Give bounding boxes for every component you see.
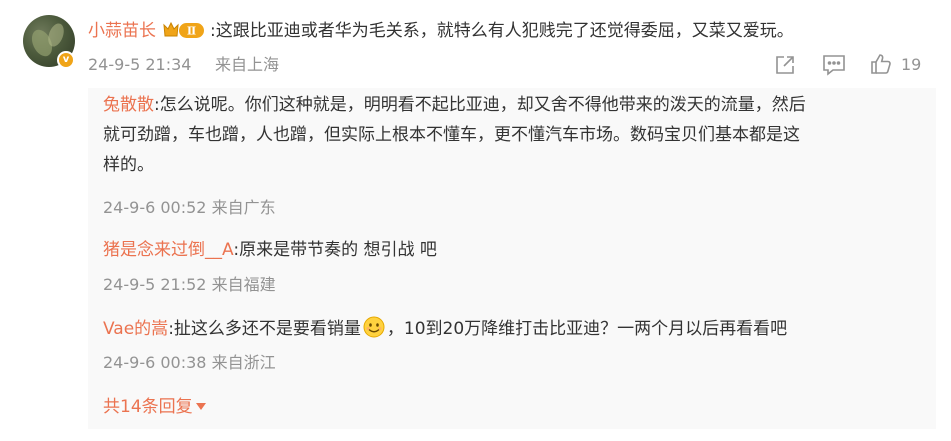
reply-location: 来自广东 — [211, 198, 276, 217]
reply-text: 样的。 — [103, 155, 154, 175]
more-replies-link[interactable]: 共14条回复 — [103, 396, 206, 418]
svg-text:Ⅱ: Ⅱ — [187, 25, 196, 38]
reply-text: ，10到20万降维打击比亚迪？一两个月以后再看看吧 — [386, 319, 788, 339]
reply-username[interactable]: 兔散散 — [103, 95, 154, 115]
comment-body: 小蒜苗长 Ⅱ :这跟比亚迪或者华为毛关系，就特么有人犯贱完了还觉得委屈，又菜又爱… — [88, 20, 794, 46]
comment-date: 24-9-5 21:34 — [88, 55, 192, 74]
replies-panel: 兔散散:怎么说呢。你们这种就是，明明看不起比亚迪，却又舍不得他带来的泼天的流量，… — [88, 88, 936, 429]
chevron-down-icon — [195, 403, 206, 410]
reply-location: 来自福建 — [211, 275, 276, 294]
reply-date: 24-9-6 00:52 来自广东 — [103, 198, 276, 217]
comment-username[interactable]: 小蒜苗长 — [88, 21, 156, 41]
like-icon[interactable] — [869, 52, 893, 80]
reply-location: 来自浙江 — [211, 353, 276, 372]
reply-date: 24-9-5 21:52 来自福建 — [103, 275, 276, 294]
reply-item: 兔散散:怎么说呢。你们这种就是，明明看不起比亚迪，却又舍不得他带来的泼天的流量，… — [103, 90, 933, 180]
reply-username[interactable]: Vae的嵩 — [103, 319, 168, 339]
reply-text: 就可劲蹭，车也蹭，人也蹭，但实际上根本不懂车，更不懂汽车市场。数码宝贝们基本都是… — [103, 125, 800, 145]
reply-text: :扯这么多还不是要看销量 — [168, 319, 361, 339]
comment-text: :这跟比亚迪或者华为毛关系，就特么有人犯贱完了还觉得委屈，又菜又爱玩。 — [210, 21, 794, 41]
reply-item: 猪是念来过倒__A:原来是带节奏的 想引战 吧 — [103, 235, 437, 265]
reply-item: Vae的嵩:扯这么多还不是要看销量 ，10到20万降维打击比亚迪？一两个月以后再… — [103, 314, 787, 344]
member-crown-badge-icon[interactable]: Ⅱ — [162, 20, 206, 46]
comment-location: 来自上海 — [215, 55, 280, 74]
reply-text: :怎么说呢。你们这种就是，明明看不起比亚迪，却又舍不得他带来的泼天的流量，然后 — [154, 95, 806, 115]
avatar-image-detail — [45, 21, 67, 49]
reply-date: 24-9-6 00:38 来自浙江 — [103, 353, 276, 372]
smile-emoji-icon — [363, 316, 385, 338]
reply-text: :原来是带节奏的 想引战 吧 — [233, 240, 437, 260]
like-count: 19 — [901, 55, 922, 74]
comment-icon[interactable] — [821, 53, 847, 81]
verified-badge-icon: v — [57, 51, 75, 69]
reply-username[interactable]: 猪是念来过倒__A — [103, 240, 233, 260]
share-icon[interactable] — [773, 53, 797, 81]
